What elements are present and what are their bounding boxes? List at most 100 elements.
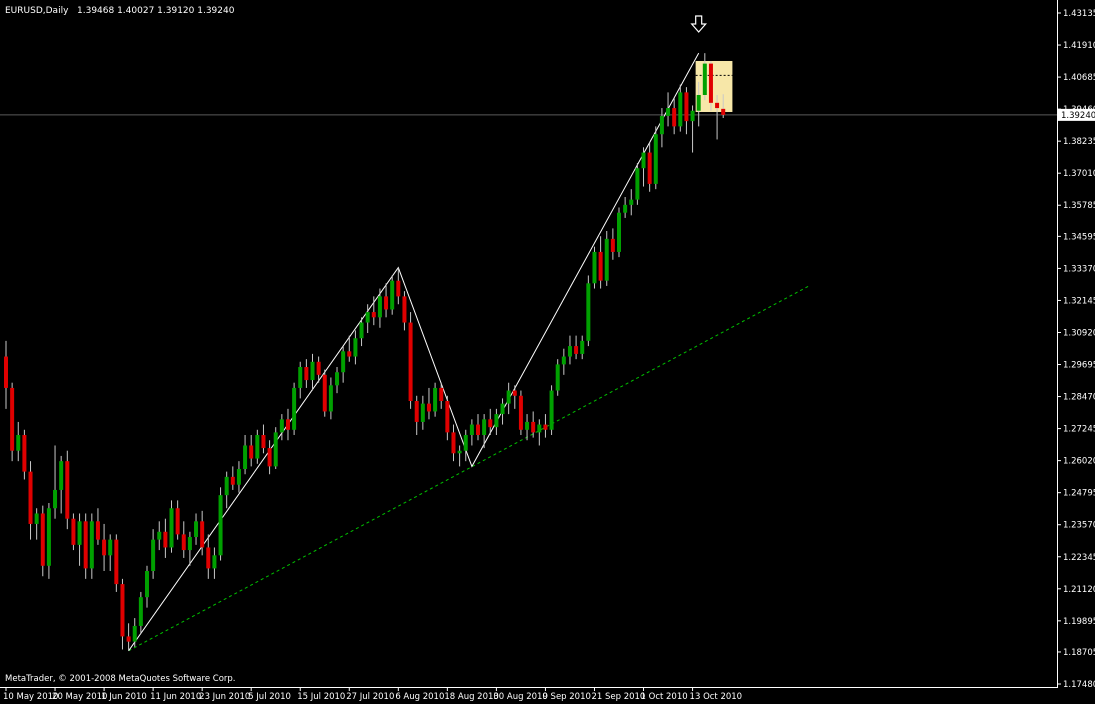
candle — [500, 398, 505, 425]
candle-body — [46, 508, 51, 566]
candle-body — [144, 571, 149, 598]
candle-body — [359, 322, 364, 339]
candle — [702, 53, 707, 101]
candle — [506, 382, 511, 415]
candle-body — [89, 521, 94, 569]
candle — [126, 623, 131, 651]
candle-body — [77, 521, 82, 545]
candle — [574, 335, 579, 360]
candle-body — [377, 296, 382, 318]
support-trendline — [128, 285, 810, 652]
candle-body — [598, 251, 603, 281]
candle — [65, 450, 70, 530]
candle — [647, 142, 652, 192]
candle — [194, 513, 199, 545]
candle-body — [292, 387, 297, 430]
down-arrow-icon — [690, 15, 708, 33]
candles-layer — [4, 53, 726, 651]
candle-body — [169, 508, 174, 548]
time-tick-label: 9 Sep 2010 — [542, 692, 590, 702]
overlay-lines-layer — [0, 15, 1057, 652]
candle — [402, 291, 407, 331]
candle — [230, 466, 235, 490]
candle-body — [71, 518, 76, 545]
candle-body — [549, 390, 554, 430]
candle-body — [157, 531, 162, 540]
candle — [476, 414, 481, 441]
candle — [678, 84, 683, 132]
candle-body — [567, 346, 572, 357]
candle-body — [623, 204, 628, 213]
price-tick-label: 1.22345 — [1063, 553, 1095, 563]
candle — [255, 429, 260, 464]
candle-body — [126, 636, 131, 642]
candle-body — [672, 108, 677, 127]
candle-body — [702, 63, 707, 95]
time-tick-label: 23 Jun 2010 — [199, 692, 250, 702]
candle-body — [592, 251, 597, 284]
candle-body — [488, 419, 493, 428]
candle-body — [426, 403, 431, 412]
candle — [206, 534, 211, 579]
candle-body — [28, 471, 33, 524]
candle — [463, 429, 468, 462]
candle — [549, 385, 554, 436]
candle-body — [114, 539, 119, 585]
current-price-label: 1.39240 — [1061, 111, 1095, 121]
candle-body — [322, 374, 327, 412]
time-tick-label: 18 Aug 2010 — [444, 692, 498, 702]
candle — [261, 424, 266, 454]
candle — [304, 359, 309, 388]
candle-body — [561, 356, 566, 365]
candle-body — [4, 356, 8, 388]
candle-body — [506, 390, 511, 404]
candle — [16, 421, 21, 462]
candle — [433, 382, 438, 417]
time-tick-label: 5 Jul 2010 — [248, 692, 291, 702]
price-tick-label: 1.38235 — [1063, 137, 1095, 147]
candle — [187, 531, 192, 566]
candle — [108, 534, 113, 572]
candle-body — [212, 555, 217, 569]
candle-body — [500, 403, 505, 415]
candle-body — [285, 419, 290, 430]
candle — [83, 513, 88, 579]
candle — [298, 361, 303, 399]
candle-body — [531, 421, 536, 433]
price-tick-label: 1.33370 — [1063, 264, 1095, 274]
candle — [445, 395, 450, 441]
candle — [592, 246, 597, 289]
candle — [451, 424, 456, 462]
candle — [46, 503, 51, 579]
candle — [567, 335, 572, 365]
candle-body — [243, 445, 248, 470]
candle — [157, 521, 162, 551]
candle — [328, 377, 333, 420]
time-tick-label: 15 Jul 2010 — [297, 692, 345, 702]
price-tick-label: 1.17480 — [1063, 680, 1095, 690]
candle — [120, 578, 125, 650]
candle-body — [132, 625, 137, 642]
candle — [672, 97, 677, 135]
candle-body — [187, 537, 192, 551]
price-chart[interactable]: 1.431351.419101.406851.394601.382351.370… — [0, 0, 1095, 704]
chart-symbol: EURUSD,Daily — [5, 6, 69, 16]
time-tick-label: 1 Oct 2010 — [641, 692, 688, 702]
candle — [457, 445, 462, 467]
candle — [420, 395, 425, 430]
candle — [181, 521, 186, 558]
candle — [341, 346, 346, 383]
candle — [22, 429, 27, 480]
candle-body — [34, 513, 39, 524]
candle-body — [659, 115, 664, 135]
candle-body — [298, 367, 303, 388]
candle-body — [206, 547, 211, 569]
candle-body — [347, 351, 352, 357]
candle — [285, 408, 290, 441]
time-tick-label: 20 May 2010 — [52, 692, 107, 702]
candle-body — [120, 584, 125, 637]
price-tick-label: 1.27245 — [1063, 425, 1095, 435]
candle — [604, 230, 609, 286]
candle — [224, 471, 229, 509]
candle-body — [200, 521, 205, 548]
